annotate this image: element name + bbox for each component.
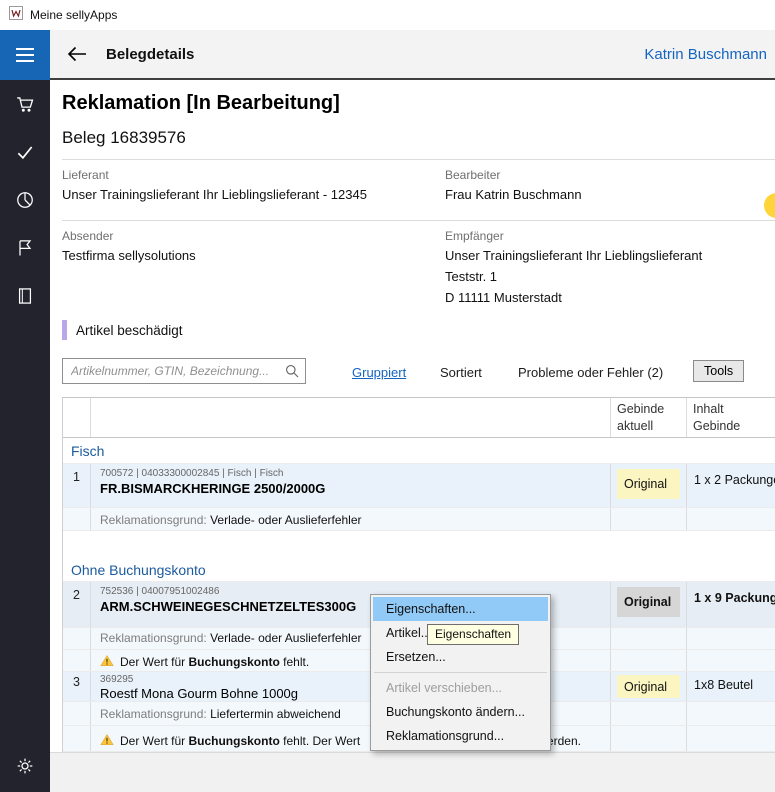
bearbeiter-label: Bearbeiter <box>445 168 500 182</box>
empfaenger-line: Unser Trainingslieferant Ihr Lieblingsli… <box>445 248 702 263</box>
reklamationsgrund-value: Verlade- oder Auslieferfehler <box>210 631 361 645</box>
lieferant-label: Lieferant <box>62 168 109 182</box>
reklamationsgrund-value: Verlade- oder Auslieferfehler <box>210 513 361 527</box>
page-title: Belegdetails <box>106 46 194 63</box>
window-title: Meine sellyApps <box>30 8 117 22</box>
gebinde-badge[interactable]: Original <box>617 587 680 617</box>
note-accent-bar <box>62 320 67 340</box>
flag-tag-icon[interactable] <box>0 224 50 272</box>
note-row: Artikel beschädigt <box>62 320 183 340</box>
column-header-gebinde[interactable]: Gebinde aktuell <box>611 398 687 437</box>
hamburger-menu-button[interactable] <box>0 30 50 80</box>
inhalt-value: 1x8 Beutel <box>687 672 775 701</box>
reklamationsgrund-label: Reklamationsgrund: <box>100 631 207 645</box>
note-text: Artikel beschädigt <box>76 323 183 338</box>
titlebar: Meine sellyApps <box>0 0 775 30</box>
table-subrow-reklamationsgrund[interactable]: Reklamationsgrund: Verlade- oder Auslief… <box>63 508 775 531</box>
menu-separator <box>374 672 547 673</box>
row-number: 2 <box>63 582 91 627</box>
group-gap <box>63 531 775 557</box>
inhalt-value: 1 x 2 Packungen <box>687 464 775 507</box>
page-header: Belegdetails Katrin Buschmann <box>50 30 775 80</box>
document-number: Beleg 16839576 <box>62 128 186 148</box>
warning-icon <box>100 654 114 670</box>
back-icon[interactable] <box>67 46 87 62</box>
warning-icon <box>100 733 114 749</box>
table-header-row: Gebinde aktuell Inhalt Gebinde <box>63 398 775 438</box>
document-title: Reklamation [In Bearbeitung] <box>62 92 340 115</box>
menu-item-eigenschaften[interactable]: Eigenschaften... <box>373 597 548 621</box>
article-meta: 700572 | 04033300002845 | Fisch | Fisch <box>100 464 610 479</box>
settings-gear-icon[interactable] <box>0 746 50 786</box>
warning-text: Der Wert für Buchungskonto fehlt. <box>120 655 309 669</box>
filter-sortiert-link[interactable]: Sortiert <box>440 365 482 380</box>
table-row[interactable]: 1 700572 | 04033300002845 | Fisch | Fisc… <box>63 464 775 508</box>
inhalt-value: 1 x 9 Packungen <box>687 582 775 627</box>
user-status-badge[interactable] <box>764 193 775 218</box>
filter-gruppiert-link[interactable]: Gruppiert <box>352 365 406 380</box>
context-menu: Eigenschaften... Artikel... Ersetzen... … <box>370 594 551 751</box>
absender-label: Absender <box>62 229 113 243</box>
row-number: 1 <box>63 464 91 507</box>
menu-item-ersetzen[interactable]: Ersetzen... <box>373 645 548 669</box>
filter-probleme-link[interactable]: Probleme oder Fehler (2) <box>518 365 663 380</box>
footer-bar <box>50 752 775 792</box>
empfaenger-line: D 11111 Musterstadt <box>445 290 562 305</box>
reklamationsgrund-label: Reklamationsgrund: <box>100 513 207 527</box>
reklamationsgrund-value: Liefertermin abweichend <box>210 707 341 721</box>
column-header-inhalt[interactable]: Inhalt Gebinde <box>687 398 775 437</box>
menu-item-buchungskonto-aendern[interactable]: Buchungskonto ändern... <box>373 700 548 724</box>
group-header-fisch[interactable]: Fisch <box>63 438 775 464</box>
article-title: FR.BISMARCKHERINGE 2500/2000G <box>100 479 610 496</box>
absender-value: Testfirma sellysolutions <box>62 248 196 263</box>
notebook-icon[interactable] <box>0 272 50 320</box>
tools-button[interactable]: Tools <box>693 360 744 382</box>
app-logo-icon <box>9 6 23 25</box>
search-input[interactable] <box>62 358 306 384</box>
checkmark-icon[interactable] <box>0 128 50 176</box>
empfaenger-label: Empfänger <box>445 229 504 243</box>
app-window: Meine sellyApps Belegdetails Katrin Busc… <box>0 0 775 792</box>
pie-chart-icon[interactable] <box>0 176 50 224</box>
shopping-cart-icon[interactable] <box>0 80 50 128</box>
reklamationsgrund-label: Reklamationsgrund: <box>100 707 207 721</box>
tooltip: Eigenschaften <box>427 624 519 645</box>
row-number: 3 <box>63 672 91 701</box>
group-header-ohne-buchungskonto[interactable]: Ohne Buchungskonto <box>63 557 775 582</box>
menu-item-reklamationsgrund[interactable]: Reklamationsgrund... <box>373 724 548 748</box>
sidebar <box>0 30 50 792</box>
user-name-link[interactable]: Katrin Buschmann <box>644 46 767 63</box>
divider <box>62 220 775 221</box>
menu-item-artikel-verschieben: Artikel verschieben... <box>373 676 548 700</box>
lieferant-value: Unser Trainingslieferant Ihr Lieblingsli… <box>62 187 367 202</box>
gebinde-badge[interactable]: Original <box>617 675 680 698</box>
bearbeiter-value: Frau Katrin Buschmann <box>445 187 582 202</box>
divider <box>62 159 775 160</box>
gebinde-badge[interactable]: Original <box>617 469 680 499</box>
empfaenger-line: Teststr. 1 <box>445 269 497 284</box>
search-icon[interactable] <box>284 363 300 384</box>
